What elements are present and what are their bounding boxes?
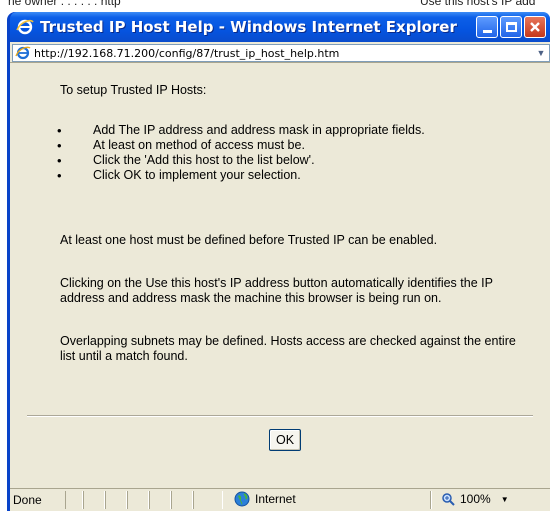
zoom-magnifier-icon [442, 493, 455, 506]
address-bar: http://192.168.71.200/config/87/trust_ip… [10, 42, 550, 63]
paragraph-use-host-button: Clicking on the Use this host's IP addre… [60, 276, 493, 305]
status-cell [430, 491, 432, 509]
status-cell [105, 491, 127, 509]
security-zone[interactable]: Internet [234, 491, 296, 507]
title-bar[interactable]: Trusted IP Host Help - Windows Internet … [10, 12, 550, 42]
status-bar: Done Internet 100% ▼ [10, 488, 550, 511]
address-field[interactable]: http://192.168.71.200/config/87/trust_ip… [12, 44, 550, 62]
status-cell [127, 491, 149, 509]
status-cell [83, 491, 105, 509]
zoom-control[interactable]: 100% ▼ [441, 492, 509, 506]
status-cell [149, 491, 171, 509]
close-button[interactable] [524, 16, 546, 38]
zone-label: Internet [255, 492, 296, 506]
window-title: Trusted IP Host Help - Windows Internet … [40, 18, 457, 36]
globe-icon [234, 491, 250, 507]
list-item: Click the 'Add this host to the list bel… [57, 153, 425, 168]
steps-list: Add The IP address and address mask in a… [57, 123, 425, 183]
zoom-level: 100% [460, 492, 491, 506]
background-text-left: ne owner . . . . . . http [8, 0, 121, 8]
maximize-button[interactable] [500, 16, 522, 38]
ie-logo-icon [16, 18, 34, 36]
list-item: Click OK to implement your selection. [57, 168, 425, 183]
help-content: To setup Trusted IP Hosts: Add The IP ad… [10, 63, 550, 488]
chevron-down-icon[interactable]: ▼ [501, 495, 509, 504]
chevron-down-icon[interactable]: ▼ [533, 45, 549, 61]
intro-text: To setup Trusted IP Hosts: [60, 83, 207, 97]
status-cell [193, 491, 223, 509]
maximize-icon [505, 22, 517, 32]
list-item: Add The IP address and address mask in a… [57, 123, 425, 138]
address-url: http://192.168.71.200/config/87/trust_ip… [34, 46, 340, 60]
status-cell [171, 491, 193, 509]
close-icon [530, 22, 540, 32]
ie-popup-window: Trusted IP Host Help - Windows Internet … [7, 12, 550, 511]
list-item: At least on method of access must be. [57, 138, 425, 153]
status-cell [65, 491, 83, 509]
divider [27, 415, 533, 417]
ok-button[interactable]: OK [269, 429, 301, 451]
minimize-button[interactable] [476, 16, 498, 38]
status-text: Done [13, 493, 42, 507]
minimize-icon [482, 29, 492, 33]
background-text-right: Use this host's IP add [420, 0, 536, 8]
ie-page-icon [15, 45, 31, 61]
paragraph-overlapping-subnets: Overlapping subnets may be defined. Host… [60, 334, 516, 363]
paragraph-host-required: At least one host must be defined before… [60, 233, 438, 247]
